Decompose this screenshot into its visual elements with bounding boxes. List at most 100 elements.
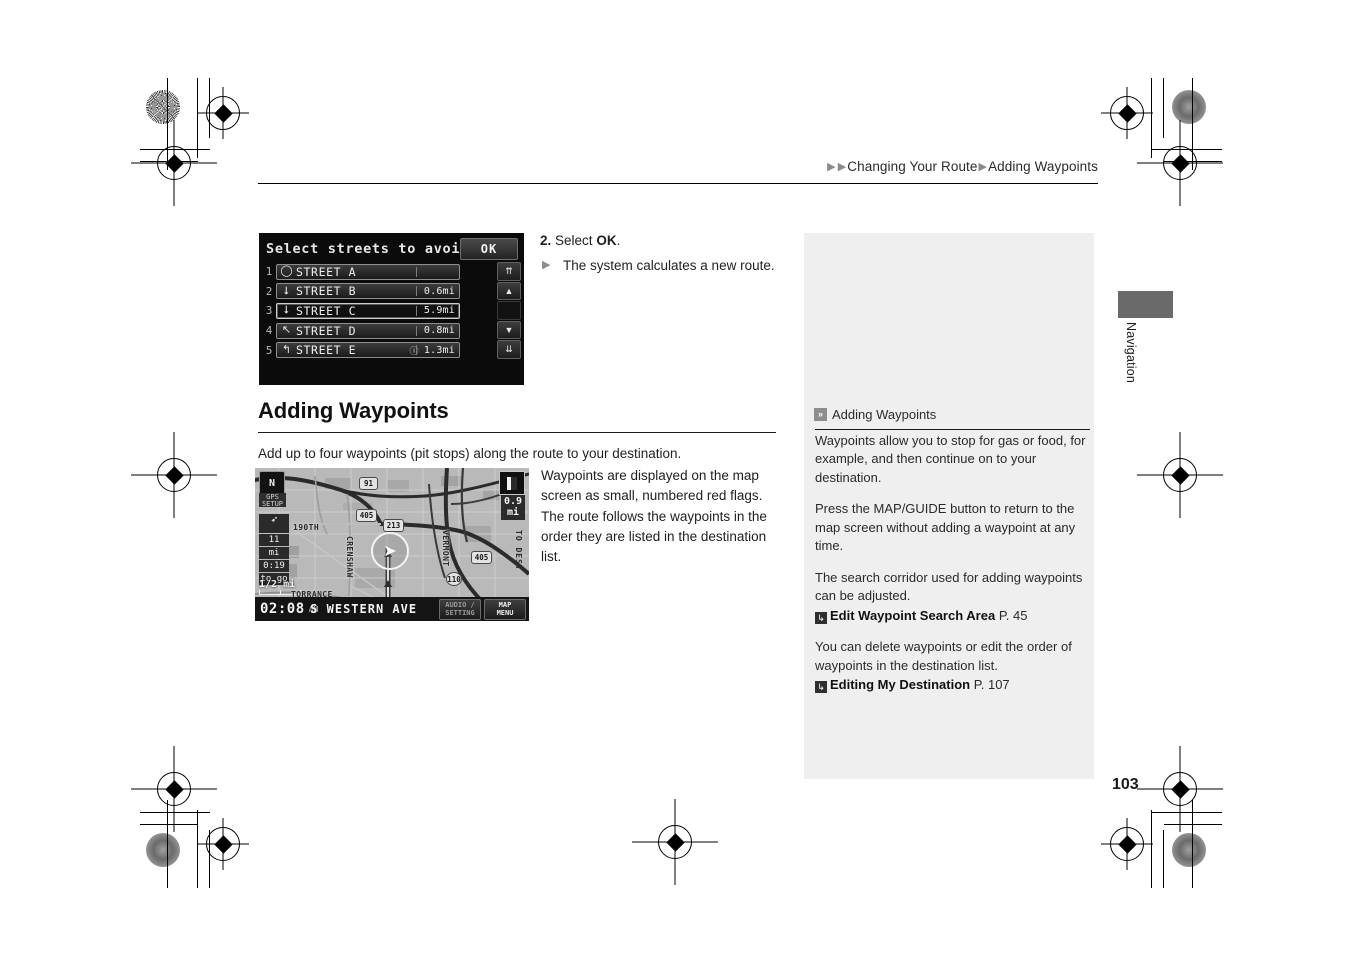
- scroll-bottom-button[interactable]: ⇊: [497, 340, 521, 359]
- scroll-top-button[interactable]: ⇈: [497, 262, 521, 281]
- straight-road-icon: ⭣: [283, 284, 290, 297]
- cross-reference-label-2: Editing My Destination: [830, 676, 971, 692]
- info-ref-lead-2: You can delete waypoints or edit the ord…: [815, 639, 1072, 673]
- street-row-3[interactable]: 3 ⭣ STREET C 5.9mi: [259, 301, 464, 321]
- nav-ok-button[interactable]: OK: [460, 238, 518, 260]
- cross-reference-page-2: P. 107: [973, 676, 1010, 692]
- street-distance: 0.6mi: [423, 285, 455, 297]
- chapter-tab-marker: [1118, 291, 1173, 318]
- jump-to-icon-2: ↳: [815, 681, 827, 694]
- remaining-distance-unit: mi: [259, 547, 289, 559]
- row-divider: [416, 286, 417, 297]
- registration-mark-mid-left: [157, 458, 191, 492]
- cross-reference-link-2[interactable]: ↳ Editing My Destination P. 107: [815, 676, 1087, 694]
- route-info-panel: ➶ 11 mi 0:19 to go: [259, 514, 289, 586]
- destination-distance-panel: 0.9 mi: [501, 495, 525, 520]
- street-name: STREET D: [296, 323, 357, 338]
- info-panel-body: Waypoints allow you to stop for gas or f…: [815, 432, 1087, 707]
- step-emphasis: OK: [596, 233, 617, 248]
- remaining-distance: 11: [259, 534, 289, 546]
- dest-distance: 0.9: [503, 496, 523, 507]
- cross-reference-link[interactable]: ↳ Edit Waypoint Search Area P. 45: [815, 607, 1087, 625]
- street-label-190th: 190TH: [293, 523, 320, 532]
- scroll-up-button[interactable]: ▲: [497, 281, 521, 301]
- street-row-index: 4: [265, 324, 273, 338]
- breadcrumb-arrow-icon-2: ▶: [837, 161, 847, 173]
- row-divider: [416, 325, 417, 336]
- street-name: STREET B: [296, 284, 357, 299]
- step-text-after: .: [616, 233, 621, 248]
- street-row-4[interactable]: 4 ↖ STREET D 0.8mi: [259, 321, 464, 341]
- map-status-bar: 02:08 AM S WESTERN AVE AUDIO / SETTING M…: [255, 597, 529, 621]
- registration-mark-bottom-left: [206, 827, 240, 861]
- info-reference-1: The search corridor used for adding wayp…: [815, 569, 1087, 625]
- page-title: Adding Waypoints: [258, 398, 449, 423]
- street-row-5[interactable]: 5 ↰ STREET E ⓘ 1.3mi: [259, 340, 464, 360]
- street-row-2[interactable]: 2 ⭣ STREET B 0.6mi: [259, 282, 464, 302]
- to-destination-label: TO DEST: [514, 530, 523, 571]
- street-list: 1 ◯ STREET A 2 ⭣ STREET B 0.6mi 3 ⭣ STRE…: [259, 262, 464, 360]
- u-turn-icon: ↰: [281, 343, 292, 356]
- map-menu-button[interactable]: MAP MENU: [484, 598, 526, 620]
- registration-mark-top-right: [1110, 96, 1144, 130]
- eta-time: 0:19: [259, 560, 289, 572]
- section-divider: [258, 432, 776, 433]
- registration-mark-top-left: [206, 96, 240, 130]
- current-street-name: S WESTERN AVE: [310, 602, 418, 616]
- street-name: STREET C: [296, 303, 357, 318]
- street-row-index: 1: [265, 265, 273, 279]
- compass-icon[interactable]: N: [259, 471, 285, 495]
- page-number: 103: [1112, 776, 1139, 793]
- registration-mark-bottom-right: [1110, 827, 1144, 861]
- row-divider: [416, 345, 417, 356]
- gps-badge-line2: SETUP: [261, 500, 284, 508]
- street-name: STREET A: [296, 264, 357, 279]
- row-divider: [416, 266, 417, 277]
- breadcrumb-arrow-icon: ▶: [827, 161, 836, 173]
- nav-screen-title: Select streets to avoid: [266, 241, 470, 257]
- row-divider: [416, 305, 417, 316]
- info-panel-title: » Adding Waypoints: [814, 407, 936, 422]
- info-reference-2: You can delete waypoints or edit the ord…: [815, 638, 1087, 694]
- map-side-note: Waypoints are displayed on the map scree…: [541, 468, 767, 564]
- info-panel: » Adding Waypoints Waypoints allow you t…: [804, 233, 1094, 779]
- jump-to-icon: ↳: [815, 612, 827, 625]
- audio-button-line1: AUDIO /: [445, 601, 475, 609]
- chapter-tab-label: Navigation: [1124, 322, 1138, 384]
- breadcrumb: ▶ ▶Changing Your Route▶Adding Waypoints: [826, 159, 1098, 174]
- step-number: 2.: [540, 233, 552, 248]
- route-shield-91: 91: [359, 477, 378, 490]
- scroll-thumb[interactable]: [497, 301, 521, 320]
- vehicle-position-icon: ➤: [371, 532, 409, 570]
- scroll-down-button[interactable]: ▼: [497, 320, 521, 340]
- registration-mark-bottom-center: [658, 825, 692, 859]
- audio-settings-button[interactable]: AUDIO / SETTING: [439, 598, 481, 620]
- header-divider: [258, 183, 1098, 184]
- audio-button-line2: SETTING: [445, 609, 475, 617]
- street-row-1[interactable]: 1 ◯ STREET A: [259, 262, 464, 282]
- print-density-dot-bottom-left: [146, 833, 180, 867]
- result-arrow-icon: ▶: [542, 259, 551, 272]
- route-shield-405-b: 405: [471, 551, 492, 564]
- cross-reference-label: Edit Waypoint Search Area: [830, 607, 996, 623]
- section-intro: Add up to four waypoints (pit stops) alo…: [258, 446, 682, 461]
- print-density-dot-top-right: [1172, 90, 1206, 124]
- breadcrumb-item-parent: Changing Your Route: [847, 159, 978, 174]
- step-result-text: The system calculates a new route.: [563, 258, 775, 274]
- street-label-crenshaw: CRENSHAW: [345, 536, 354, 578]
- step-2: 2. Select OK. ▶ The system calculates a …: [540, 231, 780, 277]
- registration-mark-mid-left-top: [157, 146, 191, 180]
- street-row-index: 2: [265, 284, 273, 298]
- step-text-before: Select: [555, 233, 593, 248]
- street-distance: 5.9mi: [423, 305, 455, 317]
- map-scale-value: 1/2 mi: [259, 579, 296, 590]
- street-distance: 0.8mi: [423, 325, 455, 337]
- info-panel-title-text: Adding Waypoints: [832, 407, 937, 422]
- route-shield-405: 405: [356, 509, 377, 522]
- double-chevron-icon: »: [814, 408, 827, 421]
- cross-reference-page: P. 45: [998, 607, 1028, 623]
- print-density-dot-bottom-right: [1172, 833, 1206, 867]
- manual-page: ▶ ▶Changing Your Route▶Adding Waypoints S…: [0, 0, 1350, 954]
- destination-flag-icon: [499, 471, 525, 495]
- step-result: ▶ The system calculates a new route.: [540, 256, 780, 276]
